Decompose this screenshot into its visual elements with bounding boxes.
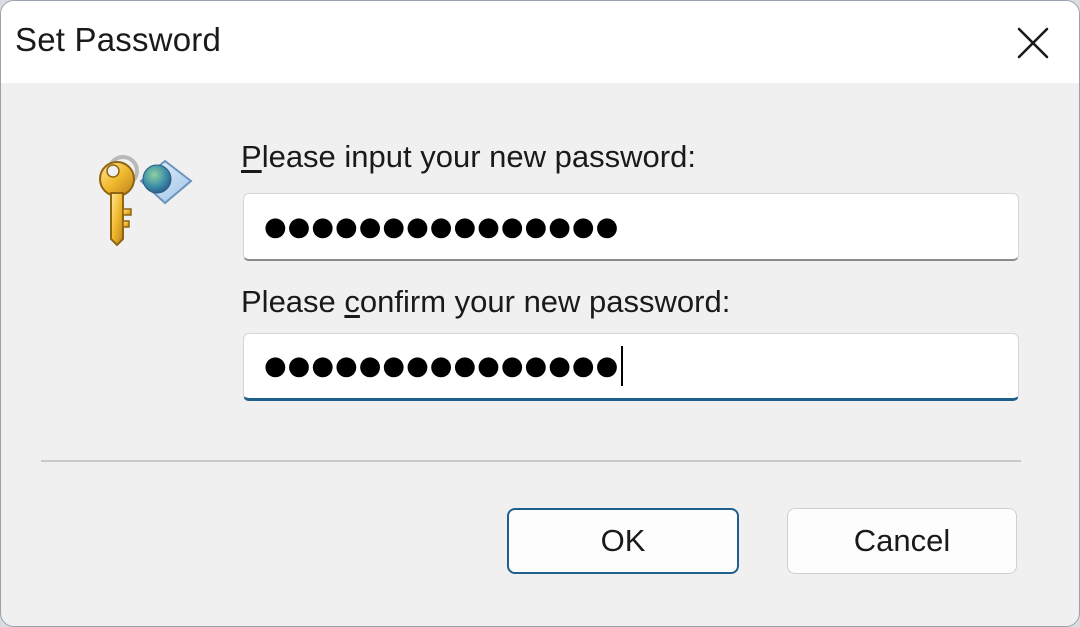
new-password-label-text: lease input your new password:	[261, 139, 696, 174]
close-icon	[1017, 27, 1049, 59]
dialog-title: Set Password	[15, 21, 221, 58]
key-icon	[95, 147, 195, 251]
separator	[41, 460, 1021, 462]
ok-button[interactable]: OK	[507, 508, 739, 574]
text-caret	[621, 346, 624, 386]
new-password-field[interactable]: ●●●●●●●●●●●●●●●	[243, 193, 1019, 261]
new-password-label: Please input your new password:	[241, 139, 696, 175]
confirm-password-field[interactable]: ●●●●●●●●●●●●●●●	[243, 333, 1019, 401]
confirm-password-label-text: onfirm your new password:	[359, 284, 731, 319]
new-password-masked-value: ●●●●●●●●●●●●●●●	[264, 211, 620, 242]
confirm-password-masked-value: ●●●●●●●●●●●●●●●	[264, 351, 620, 381]
cancel-button[interactable]: Cancel	[787, 508, 1017, 574]
confirm-password-label: Please confirm your new password:	[241, 284, 730, 320]
close-button[interactable]	[1015, 25, 1051, 61]
new-password-label-mnemonic: P	[241, 139, 262, 174]
title-bar[interactable]: Set Password	[1, 1, 1079, 83]
confirm-password-label-mnemonic: c	[344, 284, 360, 319]
confirm-password-label-prefix: Please	[241, 284, 345, 319]
set-password-dialog: Set Password Please input your new passw…	[0, 0, 1080, 627]
